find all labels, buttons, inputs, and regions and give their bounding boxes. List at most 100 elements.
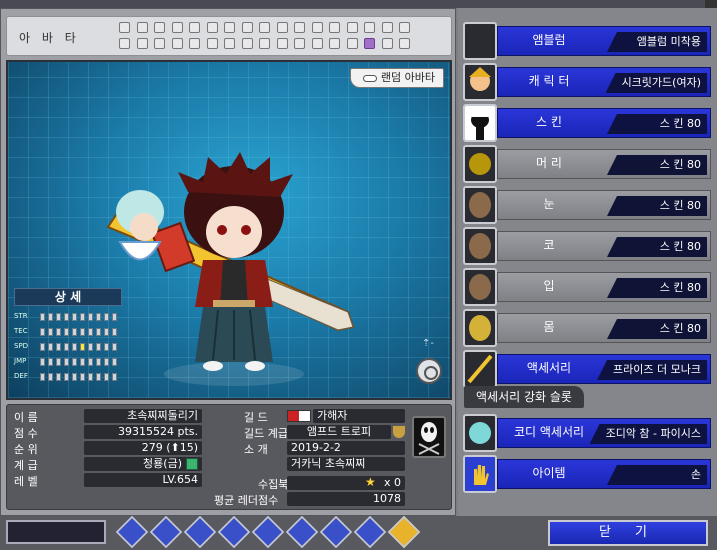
avatar-stage: 랜덤 아바타 상 세 STR TEC SPD JMP DEF ⇡- xyxy=(6,60,452,400)
avatar-slot[interactable] xyxy=(294,38,305,49)
avatar-slot[interactable] xyxy=(189,22,200,33)
avatar-slot-row: 아 바 타 xyxy=(6,16,452,56)
grade-badge-icon xyxy=(186,458,198,470)
gm-icon: ⇡- xyxy=(422,338,434,349)
stat-pip xyxy=(56,343,61,351)
avatar-slot[interactable] xyxy=(119,22,130,33)
equipment-slot[interactable]: 액세서리 프라이즈 더 모나크 xyxy=(463,350,711,388)
stat-pip xyxy=(64,358,69,366)
stat-pip xyxy=(112,358,117,366)
slot-value: 스 킨 80 xyxy=(607,319,707,339)
stat-pip xyxy=(104,358,109,366)
avatar-slot[interactable] xyxy=(364,22,375,33)
window-close-icon[interactable] xyxy=(705,0,717,8)
stat-row: SPD xyxy=(14,342,122,353)
random-avatar-button[interactable]: 랜덤 아바타 xyxy=(349,68,444,88)
guild-grade-value: 앰프드 트로피 xyxy=(287,425,391,439)
avatar-slot[interactable] xyxy=(136,22,148,33)
slot-name: 아이템 xyxy=(532,466,566,480)
slot-value: 스 킨 80 xyxy=(607,237,707,257)
avatar-slot[interactable] xyxy=(381,38,393,49)
stat-pip xyxy=(88,313,93,321)
avatar-slot[interactable] xyxy=(346,38,358,49)
equipment-slot[interactable]: 눈 스 킨 80 xyxy=(463,186,711,224)
avatar-slot[interactable] xyxy=(224,22,235,33)
stat-pip xyxy=(40,328,45,336)
equipment-slot[interactable]: 캐 릭 터 시크릿가드(여자) xyxy=(463,63,711,101)
avatar-slot[interactable] xyxy=(206,22,218,33)
avatar-slot[interactable] xyxy=(329,22,340,33)
stat-row: TEC xyxy=(14,327,122,338)
collection-value: x 0 xyxy=(287,476,405,490)
stat-pip xyxy=(48,358,53,366)
avatar-slot[interactable] xyxy=(171,38,183,49)
rotate-avatar-button[interactable] xyxy=(416,358,442,384)
stat-row: DEF xyxy=(14,372,122,383)
equipment-slot[interactable]: 코디 액세서리 조디악 참 - 파이시스 xyxy=(463,414,711,452)
avatar-slot[interactable] xyxy=(171,22,183,33)
slot-name: 앰블럼 xyxy=(532,33,566,47)
stat-name: DEF xyxy=(14,372,28,380)
avatar-slot[interactable] xyxy=(154,38,165,49)
equipment-slot[interactable]: 스 킨 스 킨 80 xyxy=(463,104,711,142)
stat-pip xyxy=(64,328,69,336)
avatar-slot[interactable] xyxy=(206,38,218,49)
stat-pip xyxy=(56,313,61,321)
avatar-slot[interactable] xyxy=(119,38,130,49)
slot-value: 앰블럼 미착용 xyxy=(607,32,707,52)
equipment-slot[interactable]: 입 스 킨 80 xyxy=(463,268,711,306)
stat-pip xyxy=(64,343,69,351)
equipment-slot[interactable]: 몸 스 킨 80 xyxy=(463,309,711,347)
equipment-slot[interactable]: 코 스 킨 80 xyxy=(463,227,711,265)
sword-icon xyxy=(463,350,497,388)
avatar-slot[interactable] xyxy=(399,38,410,49)
avatar-slot[interactable] xyxy=(381,22,393,33)
avatar-slot[interactable] xyxy=(346,22,358,33)
slot-name: 코 xyxy=(543,238,555,252)
avatar-slot[interactable] xyxy=(154,22,165,33)
stat-pip xyxy=(96,328,101,336)
avatar-slot[interactable] xyxy=(311,22,323,33)
equipment-slot[interactable]: 아이템 손 xyxy=(463,455,711,493)
stat-pip xyxy=(104,343,109,351)
stat-pip xyxy=(72,358,77,366)
avatar-slot[interactable] xyxy=(329,38,340,49)
stat-pip xyxy=(112,328,117,336)
stat-pip xyxy=(112,343,117,351)
avatar-slot[interactable] xyxy=(364,38,375,49)
stat-pip xyxy=(40,373,45,381)
stat-pip xyxy=(72,343,77,351)
avatar-slot[interactable] xyxy=(259,38,270,49)
avatar-slot[interactable] xyxy=(276,38,288,49)
avatar-slot[interactable] xyxy=(259,22,270,33)
avatar-slot[interactable] xyxy=(189,38,200,49)
avatar-slot[interactable] xyxy=(241,22,253,33)
rank-value: 279 (⬆15) xyxy=(84,441,202,455)
avatar-slot[interactable] xyxy=(136,38,148,49)
rank-label: 순 위 xyxy=(14,443,38,456)
avatar-slot[interactable] xyxy=(241,38,253,49)
mouth-icon xyxy=(463,268,497,306)
avatar-slot[interactable] xyxy=(311,38,323,49)
close-button[interactable]: 닫 기 xyxy=(548,520,708,546)
avatar-slot[interactable] xyxy=(294,22,305,33)
skin-icon xyxy=(463,104,497,142)
name-value: 초속찌찌돌리기 xyxy=(84,409,202,423)
equipment-slot[interactable]: 앰블럼 앰블럼 미착용 xyxy=(463,22,711,60)
equipment-slot[interactable]: 머 리 스 킨 80 xyxy=(463,145,711,183)
slot-name: 눈 xyxy=(543,197,555,211)
stat-row: JMP xyxy=(14,357,122,368)
stat-pip xyxy=(96,373,101,381)
avatar-slot[interactable] xyxy=(276,22,288,33)
character-portrait-icon xyxy=(463,63,497,101)
avatar-slot[interactable] xyxy=(399,22,410,33)
avatar-slot[interactable] xyxy=(224,38,235,49)
intro-line-1: 2019-2-2 xyxy=(287,441,405,455)
chat-input-box[interactable] xyxy=(6,520,106,544)
level-value: LV.654 xyxy=(84,473,202,487)
stat-pip xyxy=(112,313,117,321)
ladder-label: 평균 레더점수 xyxy=(214,494,279,507)
star-icon: ★ xyxy=(365,475,376,489)
score-label: 점 수 xyxy=(14,427,38,440)
collection-label: 수집북 xyxy=(258,478,289,491)
